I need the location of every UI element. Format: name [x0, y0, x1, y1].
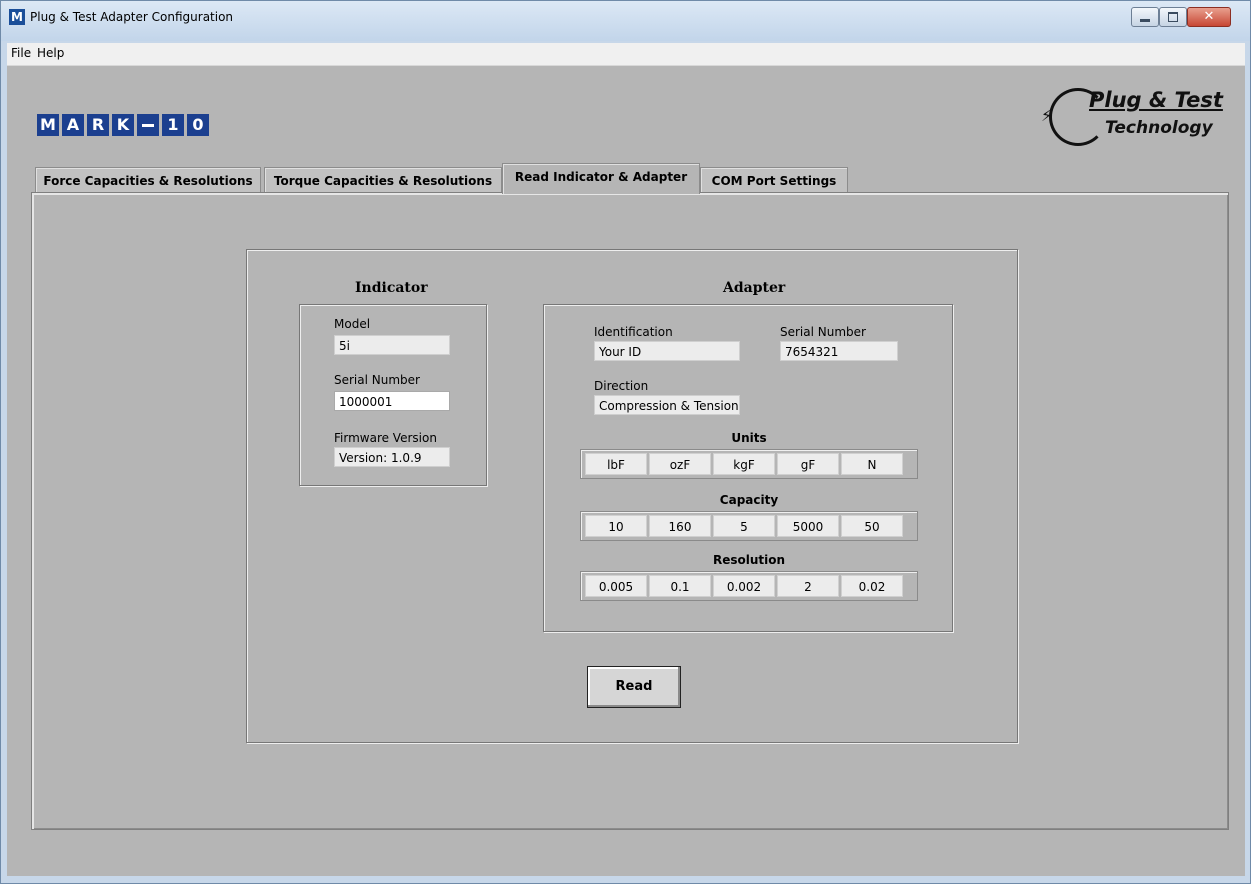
menu-help[interactable]: Help: [37, 46, 64, 60]
capacity-cell: 160: [649, 515, 711, 537]
client-area: M A R K 1 0 ⚡ Plug & Test Technology For…: [7, 66, 1245, 876]
units-cell: lbF: [585, 453, 647, 475]
direction-label: Direction: [594, 379, 649, 393]
indicator-title: Indicator: [355, 280, 428, 296]
capacity-cell: 5000: [777, 515, 839, 537]
model-label: Model: [334, 317, 371, 331]
indicator-serial-field[interactable]: 1000001: [334, 391, 450, 411]
maximize-icon: [1168, 12, 1178, 22]
minimize-icon: [1140, 19, 1150, 22]
resolution-cell: 0.002: [713, 575, 775, 597]
read-button[interactable]: Read: [587, 666, 681, 708]
read-frame: Indicator Model 5i Serial Number 1000001…: [246, 249, 1018, 743]
units-cell: gF: [777, 453, 839, 475]
direction-field: Compression & Tension: [594, 395, 740, 415]
menu-file[interactable]: File: [11, 46, 31, 60]
close-icon: ✕: [1203, 9, 1215, 24]
resolution-cell: 2: [777, 575, 839, 597]
adapter-serial-field: 7654321: [780, 341, 898, 361]
tab-panel: Indicator Model 5i Serial Number 1000001…: [31, 192, 1229, 830]
minimize-button[interactable]: [1131, 7, 1159, 27]
resolution-cell: 0.1: [649, 575, 711, 597]
capacity-title: Capacity: [719, 493, 779, 507]
plug-test-logo: ⚡ Plug & Test Technology: [1037, 74, 1227, 152]
logo-char: M: [37, 114, 59, 136]
menu-bar: File Help: [7, 43, 1245, 66]
logo-char: K: [112, 114, 134, 136]
logo-char: A: [62, 114, 84, 136]
units-cell: N: [841, 453, 903, 475]
adapter-group: Identification Your ID Serial Number 765…: [543, 304, 953, 632]
window-title: Plug & Test Adapter Configuration: [30, 10, 234, 24]
capacity-cell: 10: [585, 515, 647, 537]
logo-char: R: [87, 114, 109, 136]
tab-com-port-settings[interactable]: COM Port Settings: [700, 167, 848, 194]
resolution-row: 0.005 0.1 0.002 2 0.02: [580, 571, 918, 601]
logo-dash: [137, 114, 159, 136]
adapter-serial-label: Serial Number: [780, 325, 866, 339]
identification-field: Your ID: [594, 341, 740, 361]
units-row: lbF ozF kgF gF N: [580, 449, 918, 479]
adapter-title: Adapter: [723, 280, 786, 296]
indicator-serial-label: Serial Number: [334, 373, 420, 387]
maximize-button[interactable]: [1159, 7, 1187, 27]
close-button[interactable]: ✕: [1187, 7, 1231, 27]
app-logo-icon: M: [9, 9, 25, 25]
tab-force-capacities[interactable]: Force Capacities & Resolutions: [35, 167, 261, 194]
capacity-cell: 5: [713, 515, 775, 537]
capacity-cell: 50: [841, 515, 903, 537]
tab-torque-capacities[interactable]: Torque Capacities & Resolutions: [264, 167, 502, 194]
logo-text-line2: Technology: [1105, 118, 1213, 138]
firmware-field: Version: 1.0.9: [334, 447, 450, 467]
resolution-cell: 0.02: [841, 575, 903, 597]
logo-char: 1: [162, 114, 184, 136]
tab-read-indicator-adapter[interactable]: Read Indicator & Adapter: [502, 163, 700, 194]
capacity-row: 10 160 5 5000 50: [580, 511, 918, 541]
model-field: 5i: [334, 335, 450, 355]
units-cell: kgF: [713, 453, 775, 475]
identification-label: Identification: [594, 325, 673, 339]
units-title: Units: [731, 431, 767, 445]
mark10-logo: M A R K 1 0: [37, 114, 209, 136]
title-bar: M Plug & Test Adapter Configuration ✕: [1, 1, 1250, 41]
app-window: M Plug & Test Adapter Configuration ✕ Fi…: [0, 0, 1251, 884]
firmware-label: Firmware Version: [334, 431, 437, 445]
resolution-cell: 0.005: [585, 575, 647, 597]
resolution-title: Resolution: [712, 553, 786, 567]
logo-char: 0: [187, 114, 209, 136]
units-cell: ozF: [649, 453, 711, 475]
plug-icon: ⚡: [1041, 106, 1053, 125]
indicator-group: Model 5i Serial Number 1000001 Firmware …: [299, 304, 487, 486]
logo-text-line1: Plug & Test: [1089, 88, 1223, 112]
